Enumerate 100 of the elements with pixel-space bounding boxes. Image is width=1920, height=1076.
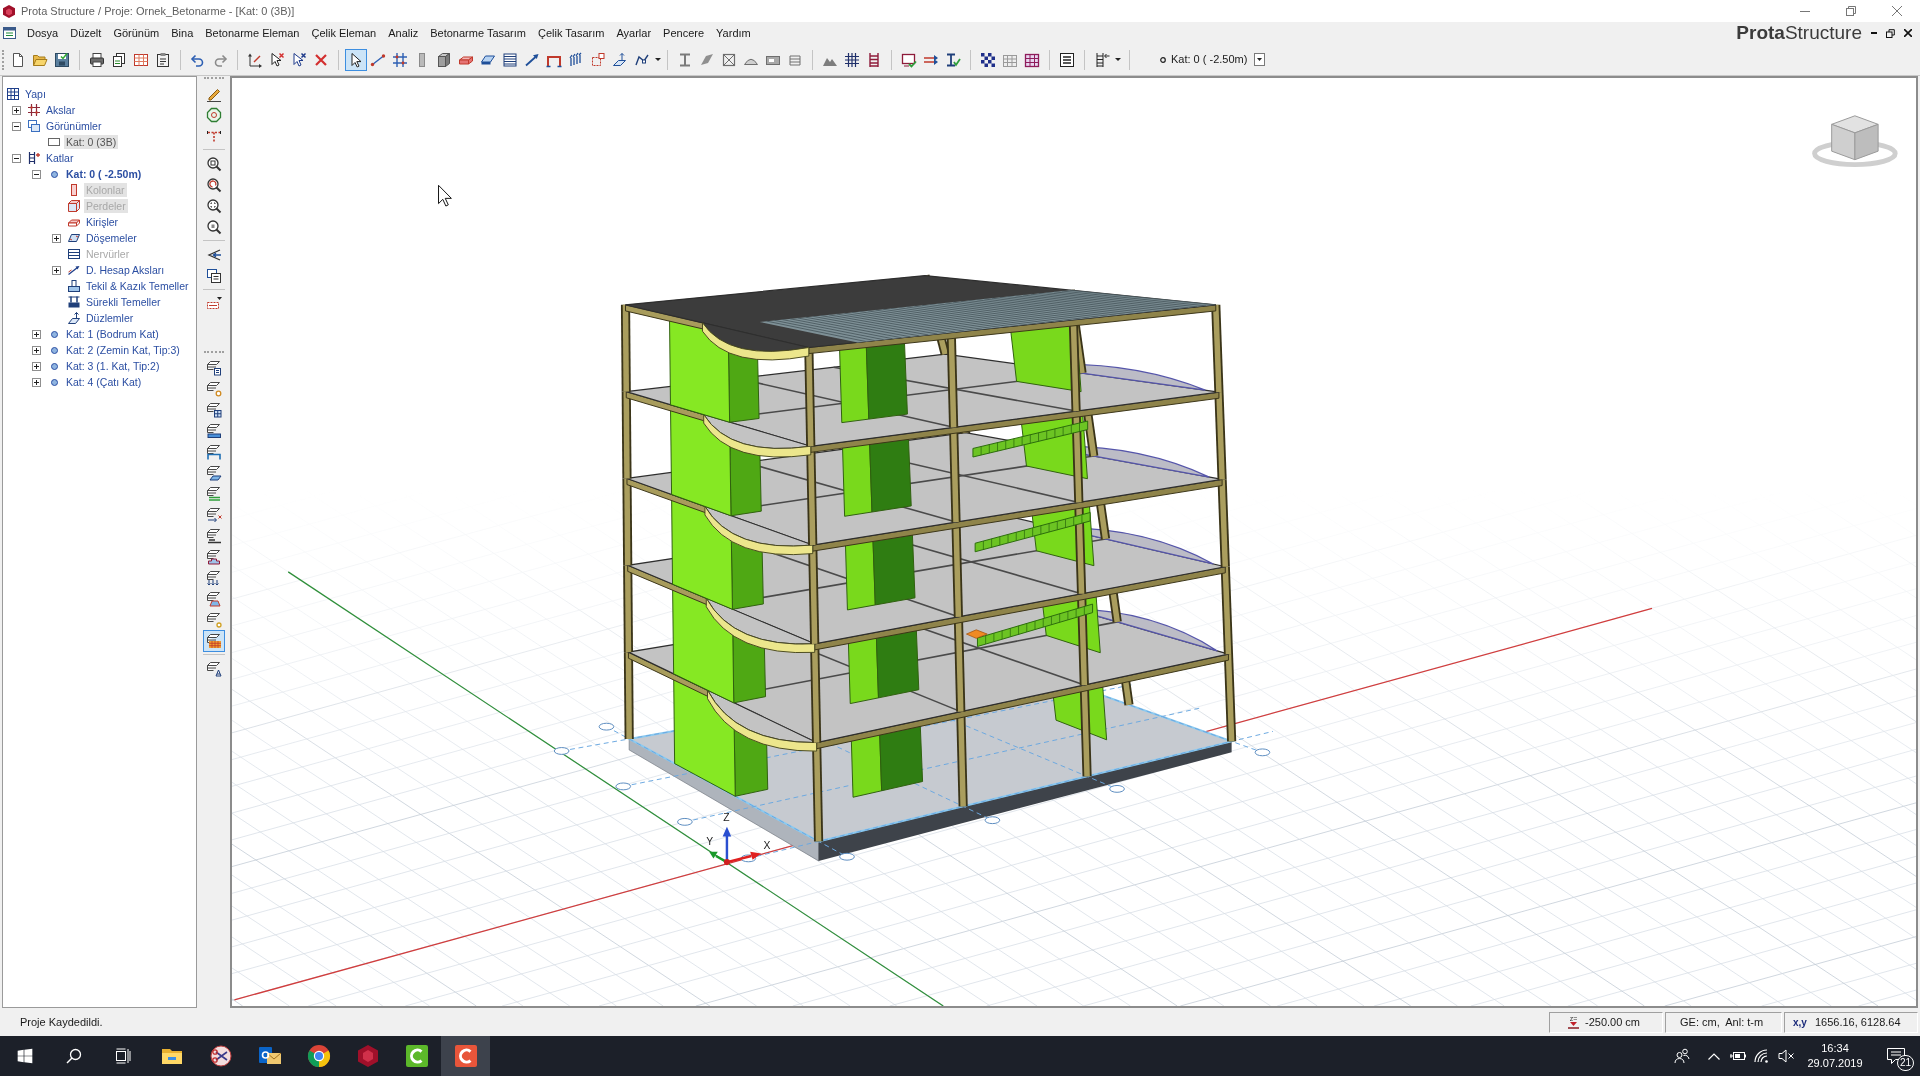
layers-stripes-icon[interactable] bbox=[205, 485, 222, 502]
delete-x-icon[interactable] bbox=[313, 51, 329, 68]
clipboard-icon[interactable] bbox=[155, 51, 171, 68]
pointer-cross-icon[interactable] bbox=[269, 51, 285, 68]
pointer-icon[interactable] bbox=[345, 48, 367, 71]
hash-grid-icon[interactable] bbox=[844, 51, 860, 68]
taskbar-button[interactable] bbox=[441, 1036, 490, 1076]
expand-icon[interactable] bbox=[32, 345, 41, 355]
menu-item[interactable]: Görünüm bbox=[113, 25, 160, 41]
checker-icon[interactable] bbox=[980, 51, 996, 68]
tree-item[interactable]: Kat: 0 ( -2.50m) bbox=[64, 167, 144, 181]
menu-item[interactable]: Analiz bbox=[388, 25, 419, 41]
layers-frame-icon[interactable] bbox=[205, 443, 222, 460]
layers-down-arrows-icon[interactable] bbox=[205, 569, 222, 586]
expand-icon[interactable] bbox=[52, 265, 61, 275]
menu-item[interactable]: Ayarlar bbox=[616, 25, 652, 41]
collapse-icon[interactable] bbox=[12, 153, 21, 163]
pointer-cross-icon[interactable] bbox=[291, 51, 307, 68]
layers-arrow-cross-icon[interactable] bbox=[205, 506, 222, 523]
speaker-muted-icon[interactable] bbox=[1778, 1049, 1794, 1063]
tree-item[interactable]: Döşemeler bbox=[84, 231, 139, 245]
layers-slab-icon[interactable] bbox=[205, 464, 222, 481]
expand-icon[interactable] bbox=[32, 329, 41, 339]
table-icon[interactable] bbox=[133, 51, 149, 68]
tree-item[interactable]: Kat: 3 (1. Kat, Tip:2) bbox=[64, 359, 162, 373]
layers-triangle-icon[interactable] bbox=[205, 660, 222, 677]
viewport[interactable]: Z Y X bbox=[230, 76, 1918, 1008]
layers-trapezoid-icon[interactable] bbox=[205, 590, 222, 607]
clock-date[interactable]: 29.07.2019 bbox=[1807, 1056, 1863, 1071]
expand-icon[interactable] bbox=[52, 233, 61, 243]
bars-icon[interactable] bbox=[568, 51, 584, 68]
battery-plug-icon[interactable] bbox=[1730, 1051, 1746, 1061]
arrow-line-icon[interactable] bbox=[524, 51, 540, 68]
caret-icon[interactable] bbox=[655, 58, 661, 61]
square-node-icon[interactable] bbox=[590, 51, 606, 68]
layers-node-icon[interactable] bbox=[205, 611, 222, 628]
expand-icon[interactable] bbox=[12, 105, 21, 115]
dashed-box-caret-icon[interactable] bbox=[205, 295, 222, 312]
layers-list-icon[interactable] bbox=[205, 359, 222, 376]
menu-item[interactable]: Yardım bbox=[716, 25, 751, 41]
toolbar-grip[interactable] bbox=[2, 49, 5, 70]
ladder-icon[interactable] bbox=[866, 51, 882, 68]
parallelogram-icon[interactable] bbox=[699, 51, 715, 68]
zoom-back-icon[interactable] bbox=[205, 176, 222, 193]
monitor-check-icon[interactable] bbox=[901, 51, 917, 68]
menu-item[interactable]: Dosya bbox=[27, 25, 59, 41]
layers-ring-icon[interactable] bbox=[205, 380, 222, 397]
people-icon[interactable] bbox=[1674, 1048, 1690, 1064]
tree-item[interactable]: Sürekli Temeller bbox=[84, 295, 163, 309]
tree-item[interactable]: Kat: 0 (3B) bbox=[64, 135, 119, 149]
framed-grid-icon[interactable] bbox=[1024, 51, 1040, 68]
stacked-pages-icon[interactable] bbox=[111, 51, 127, 68]
blank-page-icon[interactable] bbox=[10, 51, 26, 68]
tree-item[interactable]: Kirişler bbox=[84, 215, 121, 229]
chevron-up-icon[interactable] bbox=[1708, 1052, 1720, 1060]
crossed-box-icon[interactable] bbox=[721, 51, 737, 68]
list-icon[interactable] bbox=[1059, 51, 1075, 68]
layers-bar-icon[interactable] bbox=[205, 422, 222, 439]
tree-item[interactable]: Kat: 2 (Zemin Kat, Tip:3) bbox=[64, 343, 182, 357]
tree-item[interactable]: Katlar bbox=[44, 151, 76, 165]
tree-item[interactable]: Düzlemler bbox=[84, 311, 136, 325]
lined-box-icon[interactable] bbox=[502, 51, 518, 68]
document-window-icon[interactable] bbox=[3, 27, 16, 39]
layers-grid-icon[interactable] bbox=[205, 401, 222, 418]
zoom-page-icon[interactable] bbox=[205, 218, 222, 235]
wifi-icon[interactable] bbox=[1754, 1049, 1770, 1063]
menu-item[interactable]: Pencere bbox=[663, 25, 705, 41]
expand-icon[interactable] bbox=[32, 377, 41, 387]
menu-item[interactable]: Bina bbox=[171, 25, 194, 41]
plane-arrow-icon[interactable] bbox=[612, 51, 628, 68]
i-check-icon[interactable] bbox=[945, 51, 961, 68]
octagon-target-icon[interactable] bbox=[205, 106, 222, 123]
layers-footing-icon[interactable] bbox=[205, 548, 222, 565]
menu-item[interactable]: Çelik Tasarım bbox=[538, 25, 605, 41]
axes-icon[interactable] bbox=[247, 51, 263, 68]
i-beam-icon[interactable] bbox=[677, 51, 693, 68]
layers-plate-icon[interactable] bbox=[205, 527, 222, 544]
toolbar-grip[interactable] bbox=[203, 351, 224, 354]
hash-grid-icon[interactable] bbox=[392, 51, 408, 68]
ladder-arrow-icon[interactable] bbox=[1094, 51, 1110, 68]
cube-icon[interactable] bbox=[436, 51, 452, 68]
caret-icon[interactable] bbox=[1115, 58, 1121, 61]
layers-checker-icon[interactable] bbox=[202, 629, 225, 652]
close-icon[interactable] bbox=[1904, 29, 1912, 37]
collapse-icon[interactable] bbox=[32, 169, 41, 179]
collapse-icon[interactable] bbox=[12, 121, 21, 131]
tree-item[interactable]: Yapı bbox=[23, 87, 48, 101]
toolbar-grip[interactable] bbox=[203, 77, 224, 80]
printer-icon[interactable] bbox=[89, 51, 105, 68]
clock-time[interactable]: 16:34 bbox=[1821, 1041, 1849, 1056]
expand-icon[interactable] bbox=[32, 361, 41, 371]
menu-item[interactable]: Düzelt bbox=[70, 25, 102, 41]
menu-item[interactable]: Çelik Eleman bbox=[311, 25, 377, 41]
menu-item[interactable]: Betonarme Eleman bbox=[205, 25, 300, 41]
tree-item[interactable]: Görünümler bbox=[44, 119, 104, 133]
tree-item[interactable]: Tekil & Kazık Temeller bbox=[84, 279, 191, 293]
floor-dropdown[interactable]: Kat: 0 ( -2.50m) bbox=[1160, 49, 1266, 70]
menu-item[interactable]: Betonarme Tasarım bbox=[430, 25, 526, 41]
restore-icon[interactable] bbox=[1886, 28, 1895, 38]
zoom-fit-icon[interactable] bbox=[205, 197, 222, 214]
